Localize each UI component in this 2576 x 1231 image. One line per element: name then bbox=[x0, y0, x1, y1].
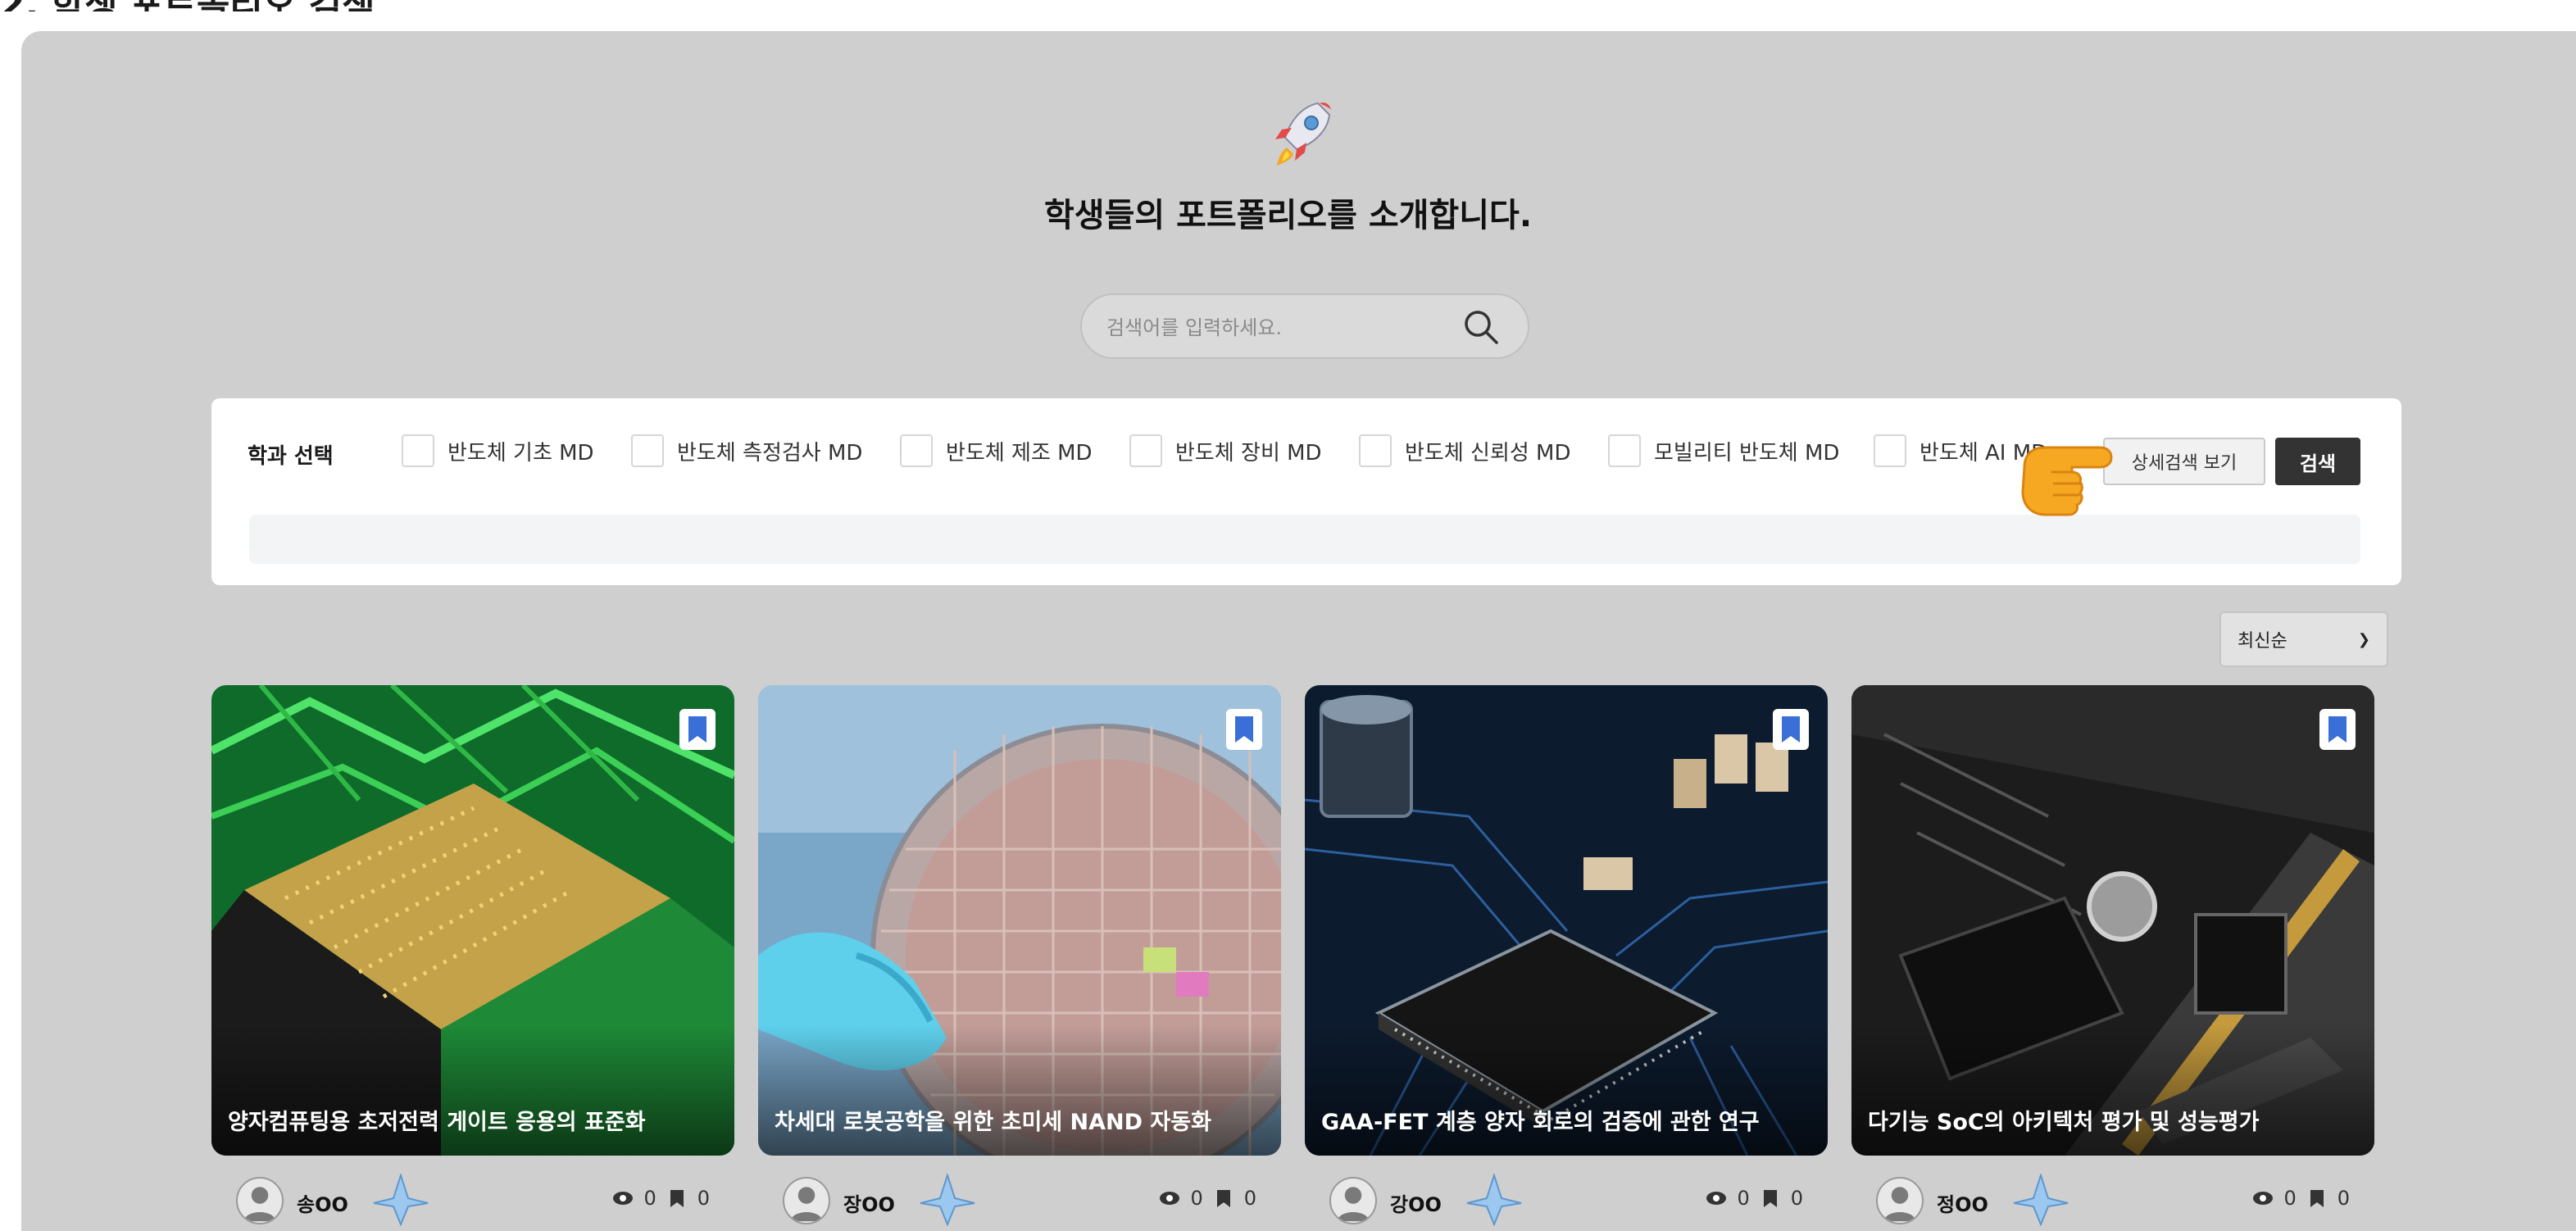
avatar[interactable] bbox=[783, 1177, 830, 1224]
eye-icon bbox=[2253, 1192, 2274, 1205]
card-title: 다기능 SoC의 아키텍처 평가 및 성능평가 bbox=[1868, 1110, 2260, 1135]
portfolio-card[interactable]: 차세대 로봇공학을 위한 초미세 NAND 자동화 장OO 0 0 bbox=[758, 685, 1281, 1229]
author-name[interactable]: 장OO bbox=[843, 1188, 895, 1217]
eye-icon bbox=[613, 1192, 634, 1205]
card-stats: 0 0 bbox=[2252, 1187, 2350, 1210]
bookmark-count-icon bbox=[670, 1190, 684, 1207]
sort-select[interactable]: 최신순 ❯ bbox=[2219, 611, 2388, 667]
checkbox[interactable] bbox=[1359, 434, 1392, 467]
card-stats: 0 0 bbox=[1159, 1187, 1256, 1210]
dept-label: 반도체 신뢰성 MD bbox=[1405, 440, 1571, 466]
card-meta: 장OO 0 0 bbox=[758, 1156, 1281, 1229]
view-count: 0 bbox=[1737, 1187, 1750, 1210]
title-shade bbox=[758, 1024, 1281, 1156]
dept-label: 반도체 장비 MD bbox=[1175, 440, 1322, 466]
avatar[interactable] bbox=[1329, 1177, 1377, 1224]
avatar[interactable] bbox=[1876, 1177, 1924, 1224]
dept-checkbox-inspection[interactable]: 반도체 측정검사 MD bbox=[631, 434, 862, 467]
search-input[interactable] bbox=[1106, 310, 1451, 346]
bookmark-count: 0 bbox=[697, 1187, 710, 1210]
origami-badge-icon bbox=[2013, 1174, 2069, 1226]
bookmark-count-icon bbox=[2310, 1190, 2324, 1207]
origami-badge-icon bbox=[920, 1174, 975, 1226]
avatar[interactable] bbox=[236, 1177, 284, 1224]
search-icon[interactable] bbox=[1462, 308, 1500, 346]
card-thumbnail[interactable]: 양자컴퓨팅용 초저전력 게이트 응용의 표준화 bbox=[211, 685, 734, 1156]
bookmark-count-icon bbox=[1763, 1190, 1777, 1207]
card-stats: 0 0 bbox=[1706, 1187, 1803, 1210]
dept-label: 반도체 측정검사 MD bbox=[677, 440, 863, 466]
bookmark-icon[interactable] bbox=[1772, 708, 1810, 751]
dept-checkbox-basic[interactable]: 반도체 기초 MD bbox=[402, 434, 594, 467]
view-count: 0 bbox=[643, 1187, 656, 1210]
dept-checkbox-equipment[interactable]: 반도체 장비 MD bbox=[1129, 434, 1322, 467]
card-meta: 강OO 0 0 bbox=[1305, 1156, 1828, 1229]
dept-label: 반도체 제조 MD bbox=[946, 440, 1093, 466]
portfolio-card[interactable]: 다기능 SoC의 아키텍처 평가 및 성능평가 정OO 0 0 bbox=[1851, 685, 2374, 1229]
checkbox[interactable] bbox=[1129, 434, 1162, 467]
bookmark-icon[interactable] bbox=[2319, 708, 2356, 751]
card-thumbnail[interactable]: 차세대 로봇공학을 위한 초미세 NAND 자동화 bbox=[758, 685, 1281, 1156]
checkbox[interactable] bbox=[1874, 434, 1906, 467]
hero-title: 학생들의 포트폴리오를 소개합니다. bbox=[1043, 197, 1533, 234]
chevron-down-icon: ❯ bbox=[2357, 630, 2370, 648]
card-title: 차세대 로봇공학을 위한 초미세 NAND 자동화 bbox=[775, 1110, 1211, 1135]
card-thumbnail[interactable]: GAA-FET 계층 양자 회로의 검증에 관한 연구 bbox=[1305, 685, 1828, 1156]
filter-label: 학과 선택 bbox=[248, 444, 334, 469]
card-thumbnail[interactable]: 다기능 SoC의 아키텍처 평가 및 성능평가 bbox=[1851, 685, 2374, 1156]
origami-badge-icon bbox=[373, 1174, 429, 1226]
dept-checkbox-reliability[interactable]: 반도체 신뢰성 MD bbox=[1359, 434, 1571, 467]
card-stats: 0 0 bbox=[612, 1187, 710, 1210]
portfolio-card[interactable]: GAA-FET 계층 양자 회로의 검증에 관한 연구 강OO 0 0 bbox=[1305, 685, 1828, 1229]
eye-icon bbox=[1706, 1192, 1727, 1205]
checkbox[interactable] bbox=[402, 434, 434, 467]
bookmark-icon[interactable] bbox=[679, 708, 716, 751]
card-meta: 정OO 0 0 bbox=[1851, 1156, 2374, 1229]
search-submit-button[interactable]: 검색 bbox=[2275, 438, 2360, 485]
title-shade bbox=[1305, 1024, 1828, 1156]
pointing-hand-icon bbox=[2021, 446, 2113, 516]
checkbox[interactable] bbox=[900, 434, 933, 467]
checkbox[interactable] bbox=[1608, 434, 1641, 467]
sort-selected-value: 최신순 bbox=[2238, 631, 2288, 652]
dept-checkbox-mobility[interactable]: 모빌리티 반도체 MD bbox=[1608, 434, 1839, 467]
view-count: 0 bbox=[2283, 1187, 2297, 1210]
bookmark-icon[interactable] bbox=[1225, 708, 1263, 751]
card-title: 양자컴퓨팅용 초저전력 게이트 응용의 표준화 bbox=[228, 1110, 646, 1135]
author-name[interactable]: 송OO bbox=[297, 1188, 348, 1217]
page-heading: 2. 학생 포트폴리오 검색 bbox=[0, 0, 574, 11]
bookmark-count: 0 bbox=[1790, 1187, 1803, 1210]
bookmark-count: 0 bbox=[1243, 1187, 1256, 1210]
detail-search-button[interactable]: 상세검색 보기 bbox=[2103, 438, 2265, 485]
dept-checkbox-manufacturing[interactable]: 반도체 제조 MD bbox=[900, 434, 1093, 467]
portfolio-card[interactable]: 양자컴퓨팅용 초저전력 게이트 응용의 표준화 송OO 0 0 bbox=[211, 685, 734, 1229]
origami-badge-icon bbox=[1466, 1174, 1522, 1226]
author-name[interactable]: 정OO bbox=[1937, 1188, 1988, 1217]
card-meta: 송OO 0 0 bbox=[211, 1156, 734, 1229]
eye-icon bbox=[1160, 1192, 1180, 1205]
bookmark-count: 0 bbox=[2337, 1187, 2350, 1210]
search-box bbox=[1080, 293, 1529, 359]
author-name[interactable]: 강OO bbox=[1390, 1188, 1442, 1217]
rocket-icon bbox=[1275, 102, 1331, 166]
view-count: 0 bbox=[1190, 1187, 1203, 1210]
title-shade bbox=[1851, 1024, 2374, 1156]
bookmark-count-icon bbox=[1216, 1190, 1230, 1207]
dept-label: 반도체 기초 MD bbox=[448, 440, 594, 466]
card-title: GAA-FET 계층 양자 회로의 검증에 관한 연구 bbox=[1321, 1110, 1760, 1135]
checkbox[interactable] bbox=[631, 434, 664, 467]
title-shade bbox=[211, 1024, 734, 1156]
dept-label: 모빌리티 반도체 MD bbox=[1654, 440, 1840, 466]
